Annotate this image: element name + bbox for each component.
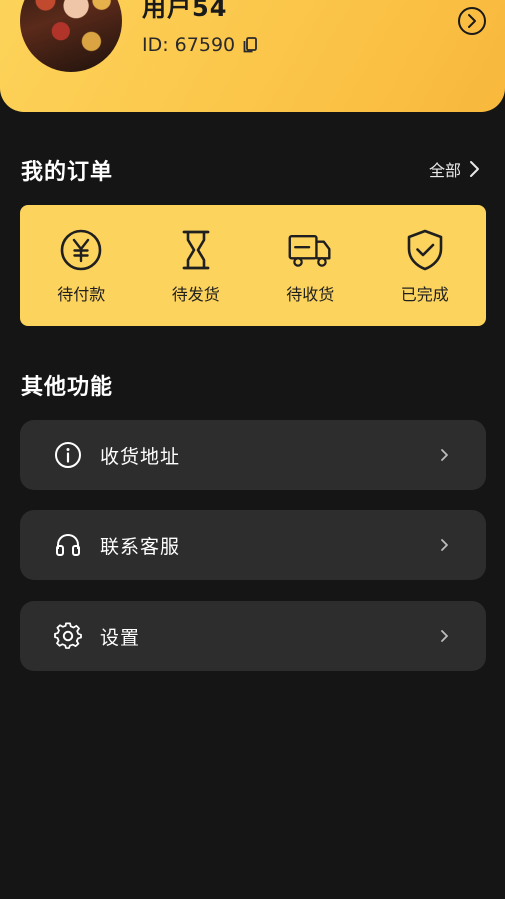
order-pending-receipt[interactable]: 待收货 xyxy=(255,227,365,305)
username: 用户54 xyxy=(142,0,228,22)
delivery-truck-icon xyxy=(288,234,331,267)
shield-check-icon xyxy=(407,229,443,270)
order-completed[interactable]: 已完成 xyxy=(370,227,480,305)
order-pending-shipment[interactable]: 待发货 xyxy=(141,227,251,305)
chevron-right-circle-icon[interactable] xyxy=(457,6,487,36)
chevron-right-icon xyxy=(441,539,448,551)
profile-page: 用户54 ID: 67590 我的订单 全部 待付款 待发货 待收货 已完成 其… xyxy=(0,0,505,899)
shipping-address-label: 收货地址 xyxy=(100,445,181,468)
order-label: 已完成 xyxy=(400,284,449,304)
copy-icon[interactable] xyxy=(241,36,259,54)
order-label: 待发货 xyxy=(171,284,220,304)
chevron-right-icon xyxy=(441,630,448,642)
gear-icon xyxy=(54,622,82,649)
settings-label: 设置 xyxy=(100,626,141,649)
hourglass-icon xyxy=(182,230,210,269)
order-pending-payment[interactable]: 待付款 xyxy=(26,227,136,305)
user-id: ID: 67590 xyxy=(142,34,259,56)
chevron-right-icon xyxy=(470,161,479,177)
info-circle-icon xyxy=(55,442,81,468)
chevron-right-icon xyxy=(441,449,448,461)
order-label: 待付款 xyxy=(57,284,106,304)
customer-service-row[interactable]: 联系客服 xyxy=(20,510,486,580)
orders-panel: 待付款 待发货 待收货 已完成 xyxy=(20,205,486,326)
profile-header-card[interactable]: 用户54 ID: 67590 xyxy=(0,0,505,112)
yen-circle-icon xyxy=(60,229,102,270)
user-id-text: ID: 67590 xyxy=(142,34,236,56)
customer-service-label: 联系客服 xyxy=(100,535,181,558)
shipping-address-row[interactable]: 收货地址 xyxy=(20,420,486,490)
settings-row[interactable]: 设置 xyxy=(20,601,486,671)
avatar[interactable] xyxy=(20,0,122,72)
headphones-icon xyxy=(56,533,80,556)
see-all-label: 全部 xyxy=(428,161,461,180)
orders-title: 我的订单 xyxy=(21,160,114,185)
other-functions-title: 其他功能 xyxy=(21,375,114,400)
see-all-orders-link[interactable]: 全部 xyxy=(429,157,481,181)
order-label: 待收货 xyxy=(286,284,335,304)
